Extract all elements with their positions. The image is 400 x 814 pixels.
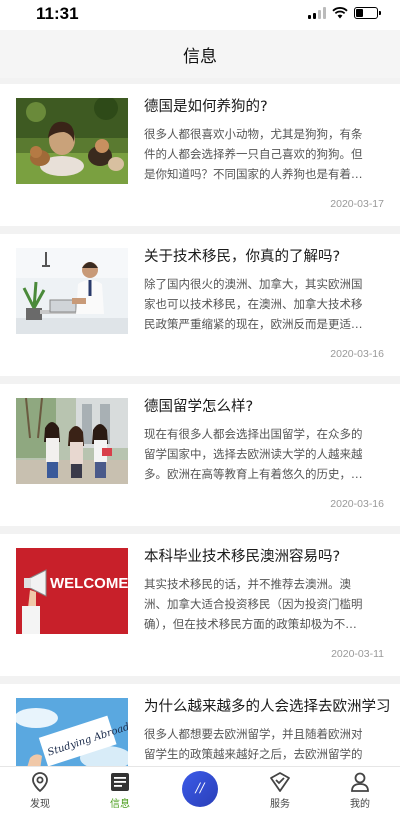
- article-thumbnail: [16, 98, 128, 184]
- status-icons: [308, 7, 381, 19]
- article-card[interactable]: 德国是如何养狗的? 很多人都很喜欢小动物，尤其是狗狗，有条件的人都会选择养一只自…: [0, 84, 400, 226]
- article-date: 2020-03-16: [330, 348, 384, 360]
- service-check-icon: [270, 772, 290, 792]
- article-date: 2020-03-17: [330, 198, 384, 210]
- article-thumbnail: [16, 248, 128, 334]
- article-summary: 很多人都想要去欧洲留学，并且随着欧洲对留学生的政策越来越好之后，去欧洲留学的人就…: [144, 727, 363, 761]
- battery-icon: [354, 7, 381, 19]
- article-title: 关于技术移民，你真的了解吗?: [144, 249, 341, 265]
- article-summary: 现在有很多人都会选择出国留学，在众多的留学国家中，选择去欧洲读大学的人越来越多。…: [144, 427, 363, 481]
- profile-icon: [351, 772, 369, 792]
- article-title: 德国留学怎么样?: [144, 399, 254, 415]
- article-card[interactable]: Studying Abroad? 为什么越来越多的人会选择去欧洲学习? 很多人都…: [0, 684, 400, 766]
- tab-label: 我的: [350, 799, 370, 810]
- article-card[interactable]: WELCOME 本科毕业技术移民澳洲容易吗? 其实技术移民的话，并不推荐去澳洲。…: [0, 534, 400, 676]
- document-list-icon: [111, 773, 129, 791]
- logo-text: //: [195, 781, 205, 796]
- app-logo-icon: //: [182, 770, 218, 807]
- students-on-campus-image: [16, 398, 128, 484]
- page-title: 信息: [183, 46, 217, 67]
- tab-label: 信息: [110, 799, 130, 810]
- article-title: 本科毕业技术移民澳洲容易吗?: [144, 549, 341, 565]
- location-pin-icon: [32, 772, 48, 793]
- article-thumbnail: [16, 398, 128, 484]
- article-card[interactable]: 德国留学怎么样? 现在有很多人都会选择出国留学，在众多的留学国家中，选择去欧洲读…: [0, 384, 400, 526]
- article-summary: 其实技术移民的话，并不推荐去澳洲。澳洲、加拿大适合投资移民（因为投资门槛明确），…: [144, 577, 363, 631]
- cellular-signal-icon: [308, 7, 326, 19]
- tab-info[interactable]: 信息: [89, 771, 151, 810]
- tab-service[interactable]: 服务: [249, 771, 311, 810]
- studying-abroad-image: Studying Abroad?: [16, 698, 128, 766]
- article-summary: 很多人都很喜欢小动物，尤其是狗狗，有条件的人都会选择养一只自己喜欢的狗狗。但是你…: [144, 127, 363, 181]
- tab-discover[interactable]: 发现: [9, 771, 71, 810]
- tab-bar: 发现 信息 // 服务 我的: [0, 766, 400, 814]
- article-thumbnail: Studying Abroad?: [16, 698, 128, 766]
- welcome-text: WELCOME: [50, 575, 128, 592]
- article-thumbnail: WELCOME: [16, 548, 128, 634]
- navigation-bar: 信息: [0, 30, 400, 78]
- tab-label: 发现: [30, 799, 50, 810]
- woman-with-dogs-image: [16, 98, 128, 184]
- welcome-megaphone-image: WELCOME: [16, 548, 128, 634]
- article-feed[interactable]: 德国是如何养狗的? 很多人都很喜欢小动物，尤其是狗狗，有条件的人都会选择养一只自…: [0, 84, 400, 766]
- status-bar: 11:31: [0, 0, 400, 30]
- man-at-laptop-image: [16, 248, 128, 334]
- wifi-icon: [332, 7, 348, 19]
- article-title: 为什么越来越多的人会选择去欧洲学习?: [144, 699, 390, 715]
- article-date: 2020-03-16: [330, 498, 384, 510]
- article-card[interactable]: 关于技术移民，你真的了解吗? 除了国内很火的澳洲、加拿大，其实欧洲国家也可以技术…: [0, 234, 400, 376]
- tab-home-logo[interactable]: //: [169, 770, 231, 807]
- article-summary: 除了国内很火的澳洲、加拿大，其实欧洲国家也可以技术移民，在澳洲、加拿大技术移民政…: [144, 277, 363, 331]
- article-title: 德国是如何养狗的?: [144, 99, 268, 115]
- tab-label: 服务: [270, 799, 290, 810]
- tab-mine[interactable]: 我的: [329, 771, 391, 810]
- article-date: 2020-03-11: [331, 648, 384, 660]
- status-time: 11:31: [36, 4, 79, 23]
